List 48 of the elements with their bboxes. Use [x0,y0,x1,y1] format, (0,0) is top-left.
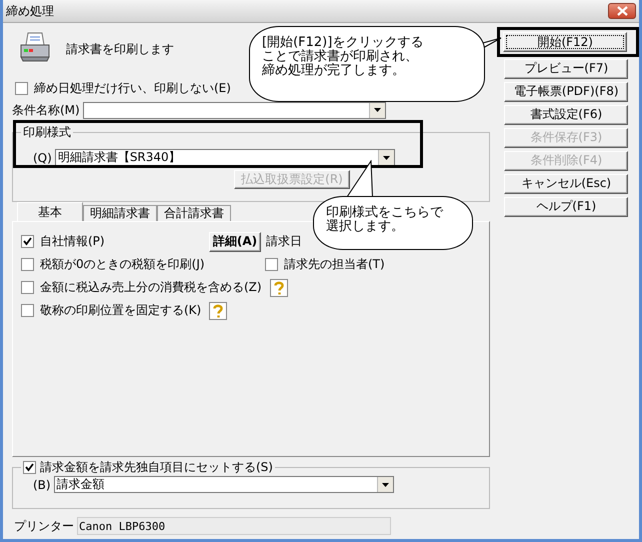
header-text: 請求書を印刷します [66,41,174,58]
checkbox-label[interactable]: 請求先の担当者(T) [284,256,385,273]
detail-button[interactable]: 詳細(A) [209,232,261,252]
dropdown[interactable]: 請求金額 [54,476,394,493]
checkbox-label[interactable]: 金額に税込み売上分の消費税を含める(Z) [40,279,262,296]
callout-text: [開始(F12)]をクリックする [262,36,424,50]
action-button[interactable]: 書式設定(F6) [504,104,628,124]
caret-icon [382,156,390,160]
checkbox-label[interactable]: 税額が0のときの税額を印刷(J) [40,256,205,273]
field-label: (Q) [32,150,52,164]
action-button[interactable]: 電子帳票(PDF)(F8) [504,82,628,102]
field-label: 条件名称(M) [12,102,80,118]
action-button[interactable]: プレビュー(F7) [504,58,628,78]
callout-text: 選択します。 [326,220,404,234]
checkbox-label[interactable]: 敬称の印刷位置を固定する(K) [40,302,202,319]
checkbox[interactable] [21,235,34,248]
callout-text: ことで請求書が印刷され、 [262,50,418,64]
close-button[interactable] [608,3,636,19]
dropdown[interactable] [82,102,386,118]
group-title: 印刷様式 [22,124,72,141]
checkbox[interactable] [23,461,36,474]
checkbox-label[interactable]: 締め日処理だけ行い、印刷しない(E) [34,80,231,96]
window-title: 締め処理 [6,2,54,20]
callout-text: 印刷様式をこちらで [326,206,443,220]
checkbox-label[interactable]: 請求金額を請求先独自項目にセットする(S) [40,459,273,476]
checkbox[interactable] [21,281,34,294]
close-icon [616,6,628,16]
action-button[interactable]: 開始(F12) [503,32,628,52]
checkbox[interactable] [21,304,34,317]
field-label: (B) [32,478,51,492]
tab[interactable]: 合計請求書 [157,205,231,221]
checkbox[interactable] [21,258,34,271]
label-text: 請求日 [266,233,302,250]
printer-icon [18,31,52,63]
help-icon[interactable] [209,302,228,320]
action-button[interactable]: ヘルプ(F1) [504,196,628,216]
checkbox[interactable] [265,258,278,271]
checkbox[interactable] [15,82,28,94]
field-label: プリンター [14,518,74,534]
caret-icon [374,108,381,112]
callout-text: 締め処理が完了します。 [262,64,405,78]
tab[interactable]: 明細請求書 [83,205,157,221]
help-icon[interactable] [270,278,288,296]
tab[interactable]: 基本 [17,202,83,221]
checkbox-label[interactable]: 自社情報(P) [40,233,105,250]
printer-field: Canon LBP6300 [77,517,391,535]
action-button[interactable]: キャンセル(Esc) [504,174,628,194]
caret-icon [382,482,389,486]
